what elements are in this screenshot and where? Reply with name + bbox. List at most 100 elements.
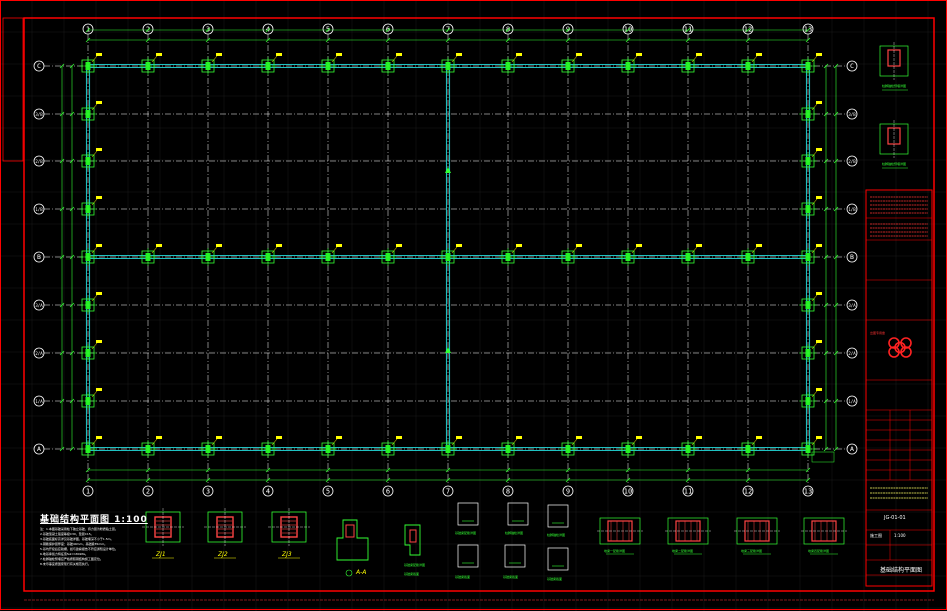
leader-line [811,438,818,446]
footing-tag [696,53,702,56]
leader-line [811,294,818,302]
leader-line [511,55,518,63]
footing-tag [816,101,822,104]
beam-section-box [547,504,569,528]
footing-tag [396,436,402,439]
leader-line [511,246,518,254]
leader-line [811,390,818,398]
axis-label: 3 [206,488,210,496]
axis-label: 6 [386,488,390,496]
leader-line [811,342,818,350]
leader-line [691,246,698,254]
axis-label: A [37,445,41,453]
axis-label: 4 [266,488,270,496]
footing-detail-label: ZJ2 [218,551,228,558]
leader-line [811,246,818,254]
footing-tag [396,244,402,247]
drawing-title: 基础结构平面图 1:100 [40,515,148,525]
section-outline [336,519,369,561]
footing-tag [756,53,762,56]
footing-tag [516,244,522,247]
section-marker [445,347,451,353]
leader-line [331,438,338,446]
footing-tag [816,53,822,56]
detail-caption: 基础梁截面 [455,575,471,579]
anchor-detail-caption: 柱脚锚栓预埋详图 [882,84,907,88]
axis-label: 11 [684,488,692,496]
footing-tag [216,53,222,56]
footing-tag [816,340,822,343]
axis-label: 3/A [35,303,43,308]
axis-label: 1 [86,488,90,496]
footing-tag [216,436,222,439]
detail-caption: 基础梁配筋详图 [455,531,477,535]
leader-line [811,103,818,111]
footing-tag [396,53,402,56]
leader-line [151,246,158,254]
leader-line [631,55,638,63]
footing-tag [756,436,762,439]
footing-tag [96,340,102,343]
title-block [24,189,934,601]
title-block-drawing-name: 基础结构平面图 [880,567,923,574]
footing-tag [816,196,822,199]
leader-line [211,438,218,446]
dimension-note [811,451,835,463]
axis-label: 3/B [35,112,43,117]
leader-line [811,198,818,206]
footing-tag [696,436,702,439]
footing-tag [336,53,342,56]
section-bubble [345,569,353,577]
footing-tag [156,53,162,56]
axis-label: 10 [624,488,632,496]
leader-line [211,246,218,254]
leader-line [631,246,638,254]
footing-tag [336,436,342,439]
axis-label: C [37,62,41,70]
footing-tag [756,244,762,247]
leader-line [151,438,158,446]
footing-tag [156,244,162,247]
footing-tag [636,53,642,56]
note-line: 8.未尽事宜按国家现行有关规范执行。 [40,562,91,566]
beam-section-box [547,547,569,571]
footing-tag [636,436,642,439]
axis-label: 1/A [35,399,43,404]
beam-detail-caption: 地梁二配筋详图 [672,549,694,553]
footing-tag [96,148,102,151]
footing-tag [276,53,282,56]
leader-line [631,438,638,446]
leader-line [811,150,818,158]
title-block-stage: 施工图 [870,533,882,538]
leader-line [391,55,398,63]
footing-tag [336,244,342,247]
footing-tag [456,244,462,247]
title-block-stamp-label: 出图专用章 [870,331,886,335]
axis-label: 13 [804,488,812,496]
footing-tag [576,53,582,56]
footing-tag [696,244,702,247]
beam-section-box [504,544,526,568]
detail-drawings [142,42,909,577]
footing-tag [816,436,822,439]
axis-label: B [37,253,41,261]
footing-tag [96,101,102,104]
beam-detail-caption: 地梁四配筋详图 [808,549,830,553]
axis-label: 7 [446,488,450,496]
footing-tag [96,244,102,247]
footing-tag [576,244,582,247]
leader-line [271,438,278,446]
beam-detail-caption: 地梁三配筋详图 [741,549,763,553]
footing-tag [216,244,222,247]
footing-detail-label: ZJ3 [282,551,292,558]
axis-label: B [850,253,854,261]
axis-label: A [850,445,854,453]
leader-line [751,438,758,446]
footing-tag [456,436,462,439]
footing-tag [276,436,282,439]
beam-detail-caption: 地梁一配筋详图 [604,549,626,553]
leader-line [751,55,758,63]
footing-tag [636,244,642,247]
axis-label: 3/B [848,112,856,117]
section-rebar [345,524,355,538]
